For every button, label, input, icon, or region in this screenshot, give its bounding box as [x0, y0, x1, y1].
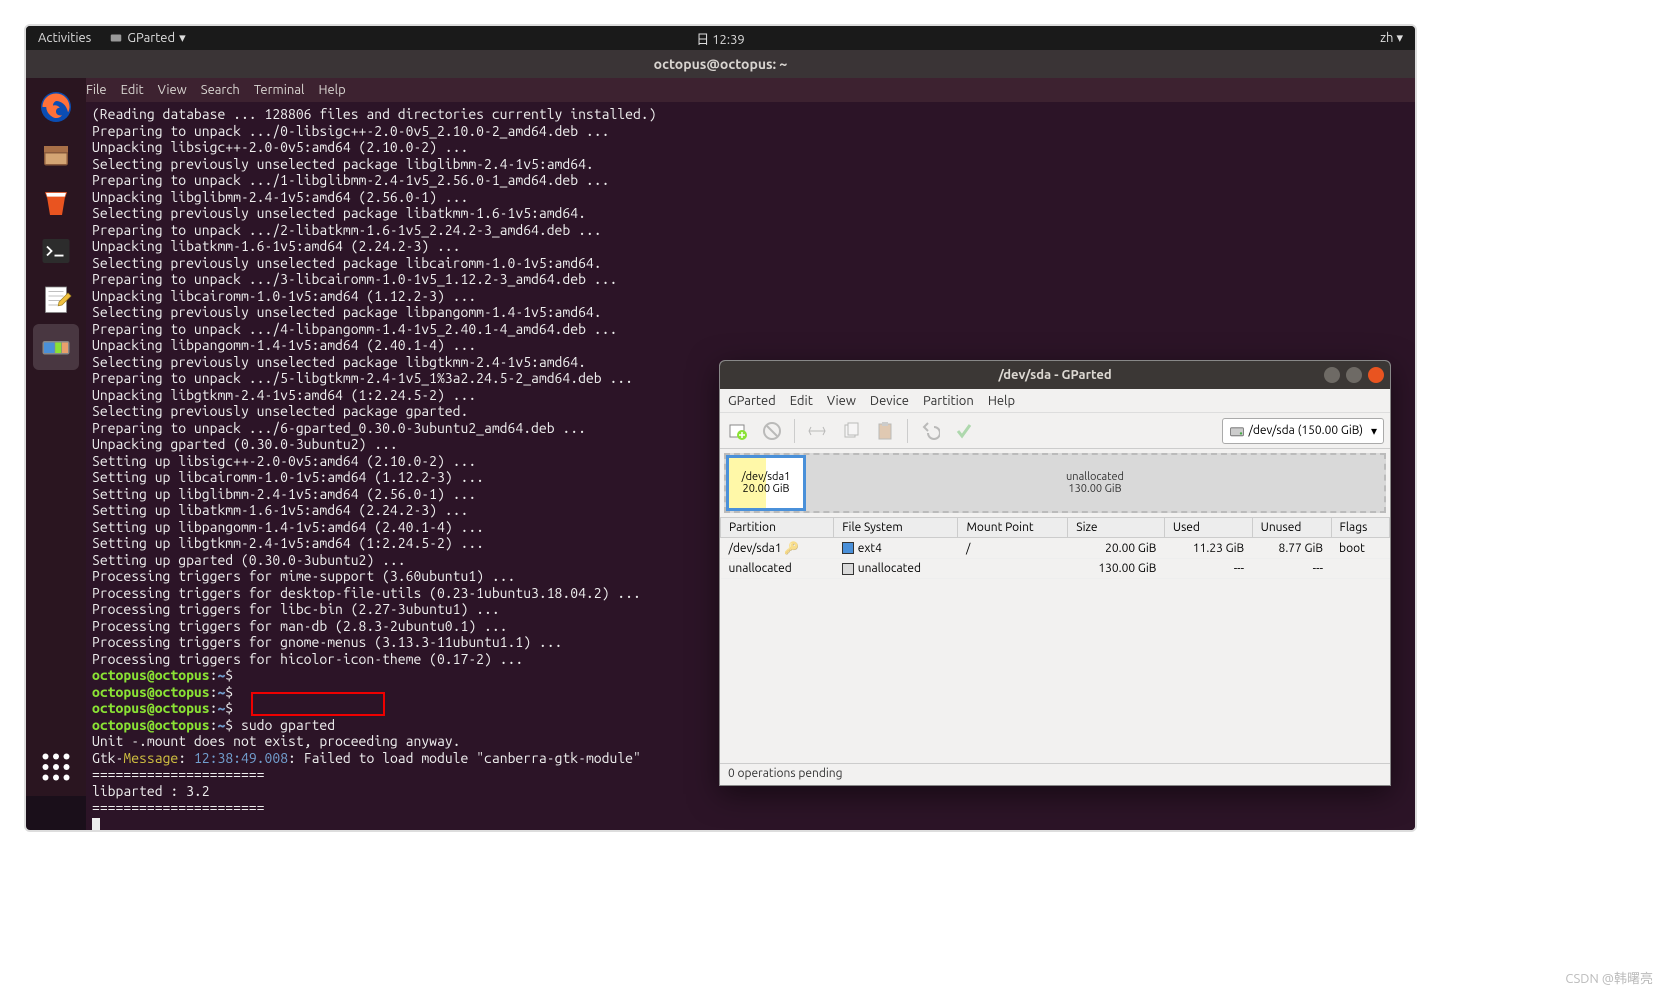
table-row[interactable]: /dev/sda1 🔑 ext4 /20.00 GiB11.23 GiB8.77… — [721, 538, 1390, 559]
col-unused[interactable]: Unused — [1252, 518, 1331, 538]
delete-button — [760, 419, 784, 443]
files-icon[interactable] — [33, 132, 79, 178]
menu-edit[interactable]: Edit — [121, 83, 144, 97]
harddisk-icon — [1229, 423, 1245, 439]
gparted-dock-icon[interactable] — [33, 324, 79, 370]
minimize-button[interactable] — [1324, 367, 1340, 383]
ubuntu-dock — [26, 78, 86, 796]
terminal-titlebar: octopus@octopus: ~ — [26, 50, 1415, 78]
clock[interactable]: 日 12:39 — [696, 29, 745, 48]
close-button[interactable] — [1368, 367, 1384, 383]
gmenu-device[interactable]: Device — [870, 394, 909, 408]
gmenu-gparted[interactable]: GParted — [728, 394, 776, 408]
menu-search[interactable]: Search — [201, 83, 240, 97]
col-flags[interactable]: Flags — [1331, 518, 1389, 538]
partition-block-sda1[interactable]: /dev/sda120.00 GiB — [726, 455, 806, 511]
partition-table[interactable]: PartitionFile SystemMount PointSizeUsedU… — [720, 517, 1390, 579]
col-file-system[interactable]: File System — [834, 518, 958, 538]
apply-button — [952, 419, 976, 443]
software-icon[interactable] — [33, 180, 79, 226]
paste-button — [873, 419, 897, 443]
device-selector[interactable]: /dev/sda (150.00 GiB) — [1222, 418, 1385, 444]
gmenu-view[interactable]: View — [827, 394, 856, 408]
menu-view[interactable]: View — [158, 83, 187, 97]
gparted-menubar: GParted Edit View Device Partition Help — [720, 389, 1390, 413]
desktop-screenshot: Activities GParted ▾ 日 12:39 zh ▾ octopu… — [24, 24, 1417, 832]
maximize-button[interactable] — [1346, 367, 1362, 383]
gmenu-help[interactable]: Help — [988, 394, 1015, 408]
firefox-icon[interactable] — [33, 84, 79, 130]
gparted-statusbar: 0 operations pending — [720, 763, 1390, 785]
gmenu-edit[interactable]: Edit — [790, 394, 813, 408]
resize-button — [805, 419, 829, 443]
table-row[interactable]: unallocated unallocated 130.00 GiB------ — [721, 559, 1390, 579]
activities-button[interactable]: Activities — [38, 31, 91, 45]
menu-terminal[interactable]: Terminal — [254, 83, 305, 97]
gmenu-partition[interactable]: Partition — [923, 394, 974, 408]
gparted-toolbar: /dev/sda (150.00 GiB) — [720, 413, 1390, 449]
new-partition-button[interactable] — [726, 419, 750, 443]
terminal-menubar: File Edit View Search Terminal Help — [26, 78, 1415, 102]
col-mount-point[interactable]: Mount Point — [958, 518, 1068, 538]
col-partition[interactable]: Partition — [721, 518, 834, 538]
gparted-titlebar: /dev/sda - GParted — [720, 361, 1390, 389]
gnome-top-bar: Activities GParted ▾ 日 12:39 zh ▾ — [26, 26, 1415, 50]
unallocated-block[interactable]: unallocated130.00 GiB — [806, 455, 1384, 511]
text-editor-icon[interactable] — [33, 276, 79, 322]
gparted-icon — [109, 31, 123, 45]
disk-graph[interactable]: /dev/sda120.00 GiB unallocated130.00 GiB — [724, 453, 1386, 513]
menu-help[interactable]: Help — [318, 83, 345, 97]
col-size[interactable]: Size — [1068, 518, 1165, 538]
show-applications-icon[interactable] — [33, 744, 79, 790]
copy-button — [839, 419, 863, 443]
gparted-window: /dev/sda - GParted GParted Edit View Device… — [719, 360, 1391, 786]
terminal-icon[interactable] — [33, 228, 79, 274]
watermark: CSDN @韩曙亮 — [1565, 968, 1653, 987]
col-used[interactable]: Used — [1164, 518, 1252, 538]
undo-button — [918, 419, 942, 443]
input-source-indicator[interactable]: zh ▾ — [1380, 31, 1403, 46]
menu-file[interactable]: File — [86, 83, 107, 97]
app-indicator[interactable]: GParted ▾ — [109, 31, 185, 46]
